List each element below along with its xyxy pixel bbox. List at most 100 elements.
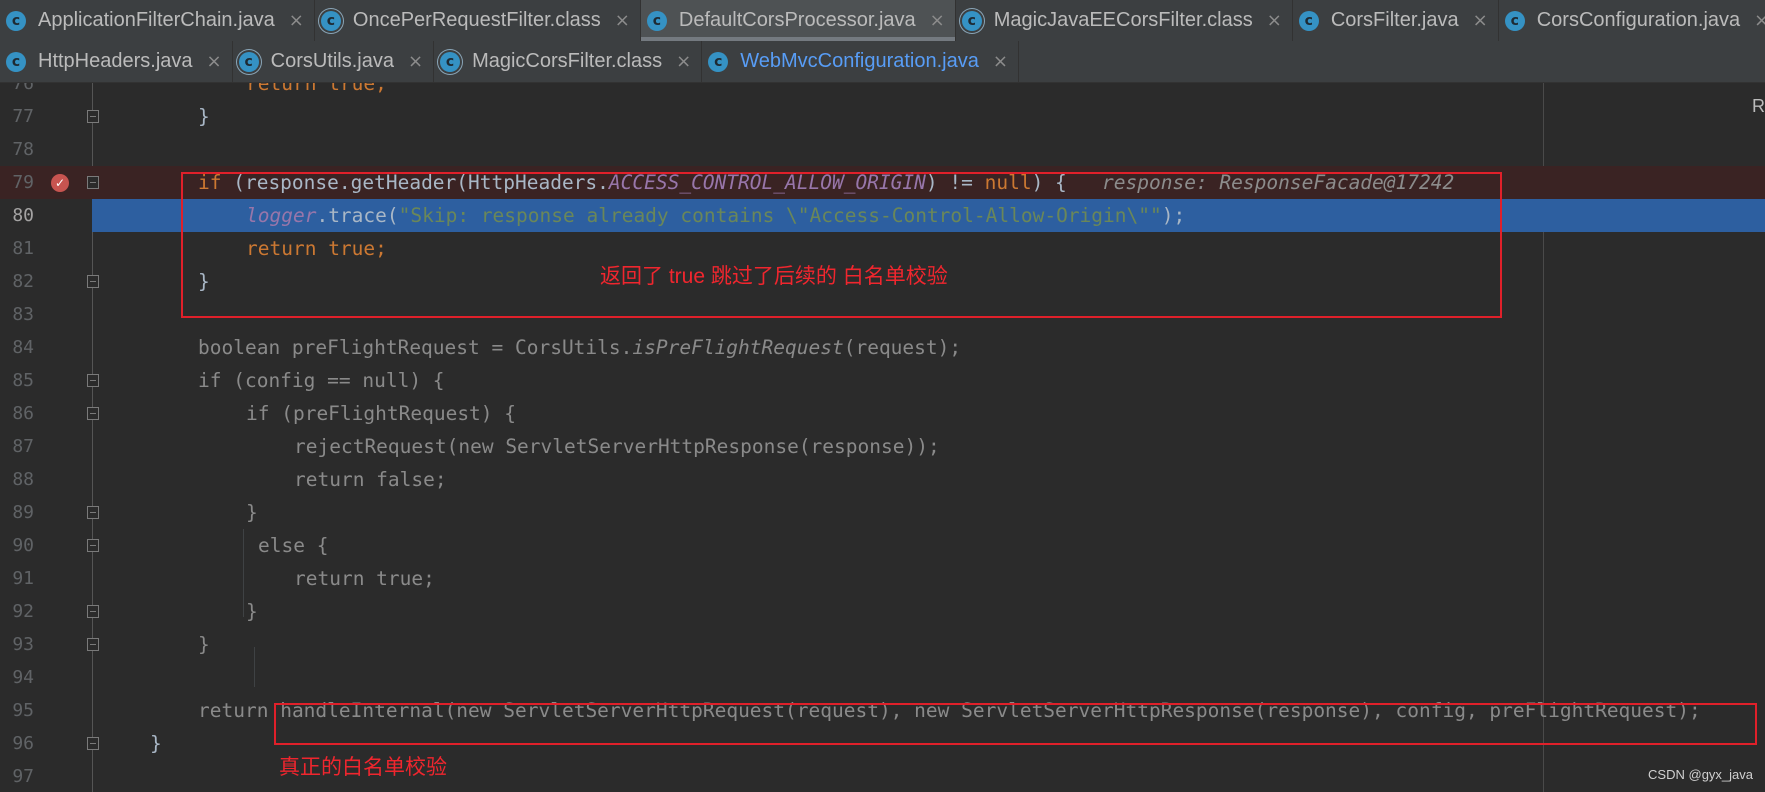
code-line-87: 87 rejectRequest(new ServletServerHttpRe… bbox=[0, 430, 1765, 463]
code-line-89: 89 } bbox=[0, 496, 1765, 529]
line-number: 82 bbox=[12, 271, 34, 292]
line-number: 77 bbox=[12, 106, 34, 127]
code-text: return true; bbox=[246, 83, 387, 100]
tab-once-per-request-filter[interactable]: c OncePerRequestFilter.class × bbox=[315, 0, 641, 41]
code-editor[interactable]: R 76 return true; 77 } 78 79 ✓ if (respo… bbox=[0, 83, 1765, 792]
compiled-class-icon: c bbox=[238, 51, 259, 72]
keyword: return bbox=[246, 83, 317, 95]
code-part: boolean preFlightRequest = CorsUtils. bbox=[198, 336, 633, 359]
code-line-86: 86 if (preFlightRequest) { bbox=[0, 397, 1765, 430]
code-text: boolean preFlightRequest = CorsUtils.isP… bbox=[198, 331, 961, 364]
code-line-90: 90 else { bbox=[0, 529, 1765, 562]
code-line-78: 78 bbox=[0, 133, 1765, 166]
tab-label: MagicJavaEECorsFilter.class bbox=[993, 9, 1253, 31]
static-method: isPreFlightRequest bbox=[632, 336, 844, 359]
annotation-box-handle-internal bbox=[274, 703, 1757, 745]
code-line-97: 97 bbox=[0, 760, 1765, 792]
line-number: 93 bbox=[12, 634, 34, 655]
tab-magic-cors-filter[interactable]: c MagicCorsFilter.class × bbox=[434, 41, 703, 82]
tab-http-headers[interactable]: c HttpHeaders.java × bbox=[0, 41, 233, 82]
line-number: 85 bbox=[12, 370, 34, 391]
code-line-84: 84 boolean preFlightRequest = CorsUtils.… bbox=[0, 331, 1765, 364]
code-area: if (config == null) { bbox=[92, 364, 1765, 397]
code-line-93: 93 } bbox=[0, 628, 1765, 661]
keyword: true bbox=[328, 83, 376, 95]
line-number: 89 bbox=[12, 502, 34, 523]
code-text: if (config == null) { bbox=[198, 369, 445, 392]
line-number: 76 bbox=[12, 83, 34, 94]
code-line-92: 92 } bbox=[0, 595, 1765, 628]
code-area: } bbox=[92, 100, 1765, 133]
line-number: 92 bbox=[12, 601, 34, 622]
close-icon[interactable]: × bbox=[930, 10, 945, 31]
tab-label: WebMvcConfiguration.java bbox=[740, 50, 979, 72]
line-number: 90 bbox=[12, 535, 34, 556]
close-icon[interactable]: × bbox=[993, 51, 1008, 72]
code-line-94: 94 bbox=[0, 661, 1765, 694]
tab-cors-filter[interactable]: c CorsFilter.java × bbox=[1293, 0, 1499, 41]
code-area: } bbox=[92, 595, 1765, 628]
close-icon[interactable]: × bbox=[289, 10, 304, 31]
close-icon[interactable]: × bbox=[676, 51, 691, 72]
code-line-76: 76 return true; bbox=[0, 83, 1765, 100]
code-area: return true; bbox=[92, 562, 1765, 595]
code-text: } bbox=[150, 732, 162, 755]
line-number: 94 bbox=[12, 667, 34, 688]
code-text: rejectRequest(new ServletServerHttpRespo… bbox=[294, 435, 940, 458]
code-text: return true; bbox=[294, 567, 435, 590]
breakpoint-icon[interactable]: ✓ bbox=[51, 174, 69, 192]
tab-label: DefaultCorsProcessor.java bbox=[678, 9, 916, 31]
keyword: return bbox=[198, 699, 269, 722]
java-class-icon: c bbox=[6, 10, 26, 31]
tab-web-mvc-configuration[interactable]: c WebMvcConfiguration.java × bbox=[702, 41, 1019, 82]
close-icon[interactable]: × bbox=[1473, 10, 1488, 31]
editor-tabs-row-2: c HttpHeaders.java × c CorsUtils.java × … bbox=[0, 41, 1765, 83]
annotation-note-handle-internal: 真正的白名单校验 bbox=[279, 756, 447, 779]
code-area: else { bbox=[92, 529, 1765, 562]
punct: ; bbox=[375, 83, 387, 95]
code-text: } bbox=[198, 633, 210, 656]
close-icon[interactable]: × bbox=[207, 51, 222, 72]
java-class-icon: c bbox=[646, 10, 667, 31]
code-line-91: 91 return true; bbox=[0, 562, 1765, 595]
tab-label: CorsConfiguration.java bbox=[1536, 9, 1741, 31]
code-text: return false; bbox=[294, 468, 447, 491]
close-icon[interactable]: × bbox=[1267, 10, 1282, 31]
watermark: CSDN @gyx_java bbox=[1648, 767, 1753, 782]
tab-label: CorsUtils.java bbox=[270, 50, 394, 72]
close-icon[interactable]: × bbox=[408, 51, 423, 72]
line-number: 91 bbox=[12, 568, 34, 589]
code-line-85: 85 if (config == null) { bbox=[0, 364, 1765, 397]
line-number: 97 bbox=[12, 766, 34, 787]
code-text: } bbox=[198, 105, 210, 128]
line-number: 84 bbox=[12, 337, 34, 358]
line-number: 80 bbox=[12, 205, 34, 226]
tab-label: MagicCorsFilter.class bbox=[472, 50, 663, 72]
line-number: 79 bbox=[12, 172, 34, 193]
tab-cors-utils[interactable]: c CorsUtils.java × bbox=[233, 41, 435, 82]
close-icon[interactable]: × bbox=[1754, 10, 1765, 31]
tab-magic-javaee-cors-filter[interactable]: c MagicJavaEECorsFilter.class × bbox=[956, 0, 1293, 41]
line-number: 96 bbox=[12, 733, 34, 754]
editor-tabs-row-1: c ApplicationFilterChain.java × c OncePe… bbox=[0, 0, 1765, 42]
code-text: else { bbox=[258, 534, 329, 557]
tab-application-filter-chain[interactable]: c ApplicationFilterChain.java × bbox=[0, 0, 315, 41]
java-class-icon: c bbox=[1298, 10, 1319, 31]
code-area: return false; bbox=[92, 463, 1765, 496]
line-number: 86 bbox=[12, 403, 34, 424]
code-area: if (preFlightRequest) { bbox=[92, 397, 1765, 430]
close-icon[interactable]: × bbox=[615, 10, 630, 31]
java-class-icon: c bbox=[708, 51, 729, 72]
tab-cors-configuration[interactable]: c CorsConfiguration.java × bbox=[1499, 0, 1765, 41]
code-area: } bbox=[92, 628, 1765, 661]
tab-default-cors-processor[interactable]: c DefaultCorsProcessor.java × bbox=[640, 0, 956, 41]
annotation-note-early-return: 返回了 true 跳过了后续的 白名单校验 bbox=[600, 265, 948, 288]
tab-label: CorsFilter.java bbox=[1330, 9, 1459, 31]
tab-label: OncePerRequestFilter.class bbox=[352, 9, 601, 31]
tab-label: ApplicationFilterChain.java bbox=[38, 9, 275, 31]
java-class-icon: c bbox=[6, 51, 26, 72]
code-part: (request); bbox=[843, 336, 962, 359]
code-line-77: 77 } bbox=[0, 100, 1765, 133]
java-class-icon: c bbox=[1504, 10, 1525, 31]
line-number: 87 bbox=[12, 436, 34, 457]
